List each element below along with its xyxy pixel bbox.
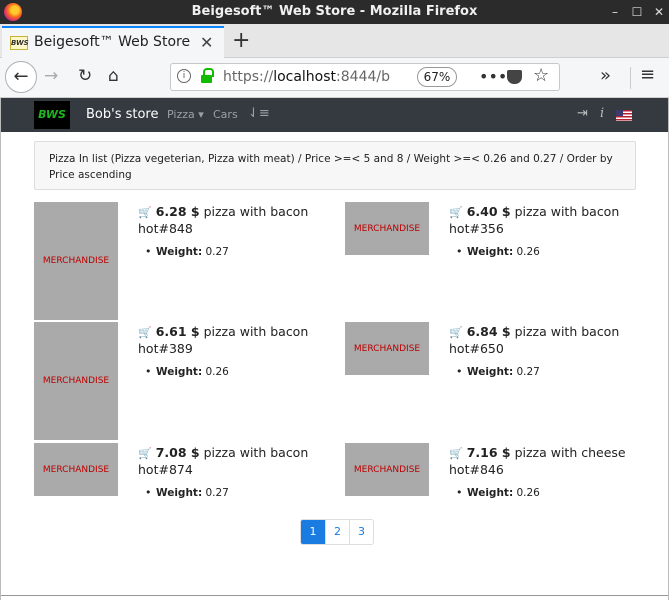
product-description: 🛒 6.61 $ pizza with bacon hot#389: [138, 324, 328, 357]
sort-icon[interactable]: ⇃≡: [248, 106, 270, 121]
secure-lock-icon: [201, 68, 214, 83]
store-logo[interactable]: BWS: [34, 101, 70, 129]
us-flag-language-icon[interactable]: [616, 110, 632, 121]
page-1-button[interactable]: 1: [301, 520, 325, 544]
pocket-icon[interactable]: [507, 70, 522, 84]
product-weight: Weight: 0.27: [145, 486, 229, 499]
nav-pizza-dropdown[interactable]: Pizza ▾: [167, 108, 204, 121]
reload-button[interactable]: ↻: [78, 66, 92, 86]
product-description: 🛒 6.40 $ pizza with bacon hot#356: [449, 204, 639, 237]
tab-title: Beigesoft™ Web Store: [34, 34, 191, 50]
tab-strip: BWS Beigesoft™ Web Store ✕ +: [0, 24, 669, 58]
overflow-menu-button[interactable]: »: [600, 65, 611, 86]
product-image[interactable]: MERCHANDISE: [34, 202, 118, 320]
product-image[interactable]: MERCHANDISE: [345, 202, 429, 255]
cart-icon[interactable]: 🛒: [138, 447, 152, 460]
close-tab-button[interactable]: ✕: [200, 33, 213, 52]
navigation-toolbar: ← → ↻ ⌂ i https://localhost:8444/b 67% •…: [0, 58, 669, 98]
product-description: 🛒 7.08 $ pizza with bacon hot#874: [138, 445, 328, 478]
product-price: 6.84 $: [466, 324, 511, 339]
product-image[interactable]: MERCHANDISE: [345, 322, 429, 375]
zoom-level-button[interactable]: 67%: [417, 67, 457, 87]
site-info-icon[interactable]: i: [177, 69, 191, 83]
product-card: MERCHANDISE 🛒 7.08 $ pizza with bacon ho…: [34, 443, 334, 563]
product-price: 6.61 $: [155, 324, 200, 339]
product-card: MERCHANDISE 🛒 6.28 $ pizza with bacon ho…: [34, 202, 334, 322]
pagination: 1 2 3: [300, 519, 374, 545]
cart-icon[interactable]: 🛒: [449, 447, 463, 460]
toolbar-separator: [630, 67, 631, 89]
cart-icon[interactable]: 🛒: [138, 206, 152, 219]
product-weight: Weight: 0.27: [145, 245, 229, 258]
bookmark-star-icon[interactable]: ☆: [533, 65, 549, 86]
product-price: 7.08 $: [155, 445, 200, 460]
filter-summary: Pizza In list (Pizza vegeterian, Pizza w…: [34, 141, 636, 190]
cart-icon[interactable]: 🛒: [449, 326, 463, 339]
url-text[interactable]: https://localhost:8444/b: [223, 69, 403, 85]
product-image[interactable]: MERCHANDISE: [345, 443, 429, 496]
site-favicon-icon: BWS: [10, 36, 29, 50]
new-tab-button[interactable]: +: [232, 28, 250, 53]
page-3-button[interactable]: 3: [349, 520, 373, 544]
cart-icon[interactable]: 🛒: [138, 326, 152, 339]
product-price: 6.28 $: [155, 204, 200, 219]
tab-beigesoft-web-store[interactable]: BWS Beigesoft™ Web Store ✕: [2, 26, 224, 58]
info-icon[interactable]: i: [600, 106, 604, 121]
back-button[interactable]: ←: [5, 61, 37, 93]
home-button[interactable]: ⌂: [108, 66, 119, 86]
login-icon[interactable]: ⇥: [577, 106, 588, 121]
hamburger-menu-button[interactable]: ≡: [640, 64, 655, 85]
store-brand-link[interactable]: Bob's store: [86, 107, 158, 122]
window-bottom-border: [1, 595, 668, 596]
close-window-button[interactable]: ✕: [651, 4, 667, 20]
product-weight: Weight: 0.26: [145, 365, 229, 378]
product-description: 🛒 6.28 $ pizza with bacon hot#848: [138, 204, 328, 237]
product-card: MERCHANDISE 🛒 7.16 $ pizza with cheese h…: [345, 443, 645, 563]
product-description: 🛒 6.84 $ pizza with bacon hot#650: [449, 324, 639, 357]
product-weight: Weight: 0.26: [456, 245, 540, 258]
product-weight: Weight: 0.27: [456, 365, 540, 378]
window-title: Beigesoft™ Web Store - Mozilla Firefox: [191, 4, 478, 19]
url-bar[interactable]: i https://localhost:8444/b 67% ••• ☆: [170, 63, 560, 91]
product-weight: Weight: 0.26: [456, 486, 540, 499]
product-image[interactable]: MERCHANDISE: [34, 443, 118, 496]
site-navbar: BWS Bob's store Pizza ▾ Cars ⇃≡ ⇥ i: [1, 98, 668, 132]
window-titlebar: Beigesoft™ Web Store - Mozilla Firefox –…: [0, 0, 669, 24]
cart-icon[interactable]: 🛒: [449, 206, 463, 219]
product-description: 🛒 7.16 $ pizza with cheese hot#846: [449, 445, 639, 478]
page-actions-button[interactable]: •••: [479, 67, 507, 86]
product-card: MERCHANDISE 🛒 6.84 $ pizza with bacon ho…: [345, 322, 645, 442]
maximize-button[interactable]: ☐: [629, 4, 645, 20]
minimize-button[interactable]: –: [607, 4, 623, 20]
product-card: MERCHANDISE 🛒 6.40 $ pizza with bacon ho…: [345, 202, 645, 322]
product-price: 7.16 $: [466, 445, 511, 460]
product-card: MERCHANDISE 🛒 6.61 $ pizza with bacon ho…: [34, 322, 334, 442]
product-price: 6.40 $: [466, 204, 511, 219]
page-2-button[interactable]: 2: [325, 520, 349, 544]
nav-cars-link[interactable]: Cars: [213, 108, 238, 121]
page-content: BWS Bob's store Pizza ▾ Cars ⇃≡ ⇥ i Pizz…: [0, 98, 669, 600]
forward-button[interactable]: →: [44, 66, 58, 86]
product-image[interactable]: MERCHANDISE: [34, 322, 118, 440]
